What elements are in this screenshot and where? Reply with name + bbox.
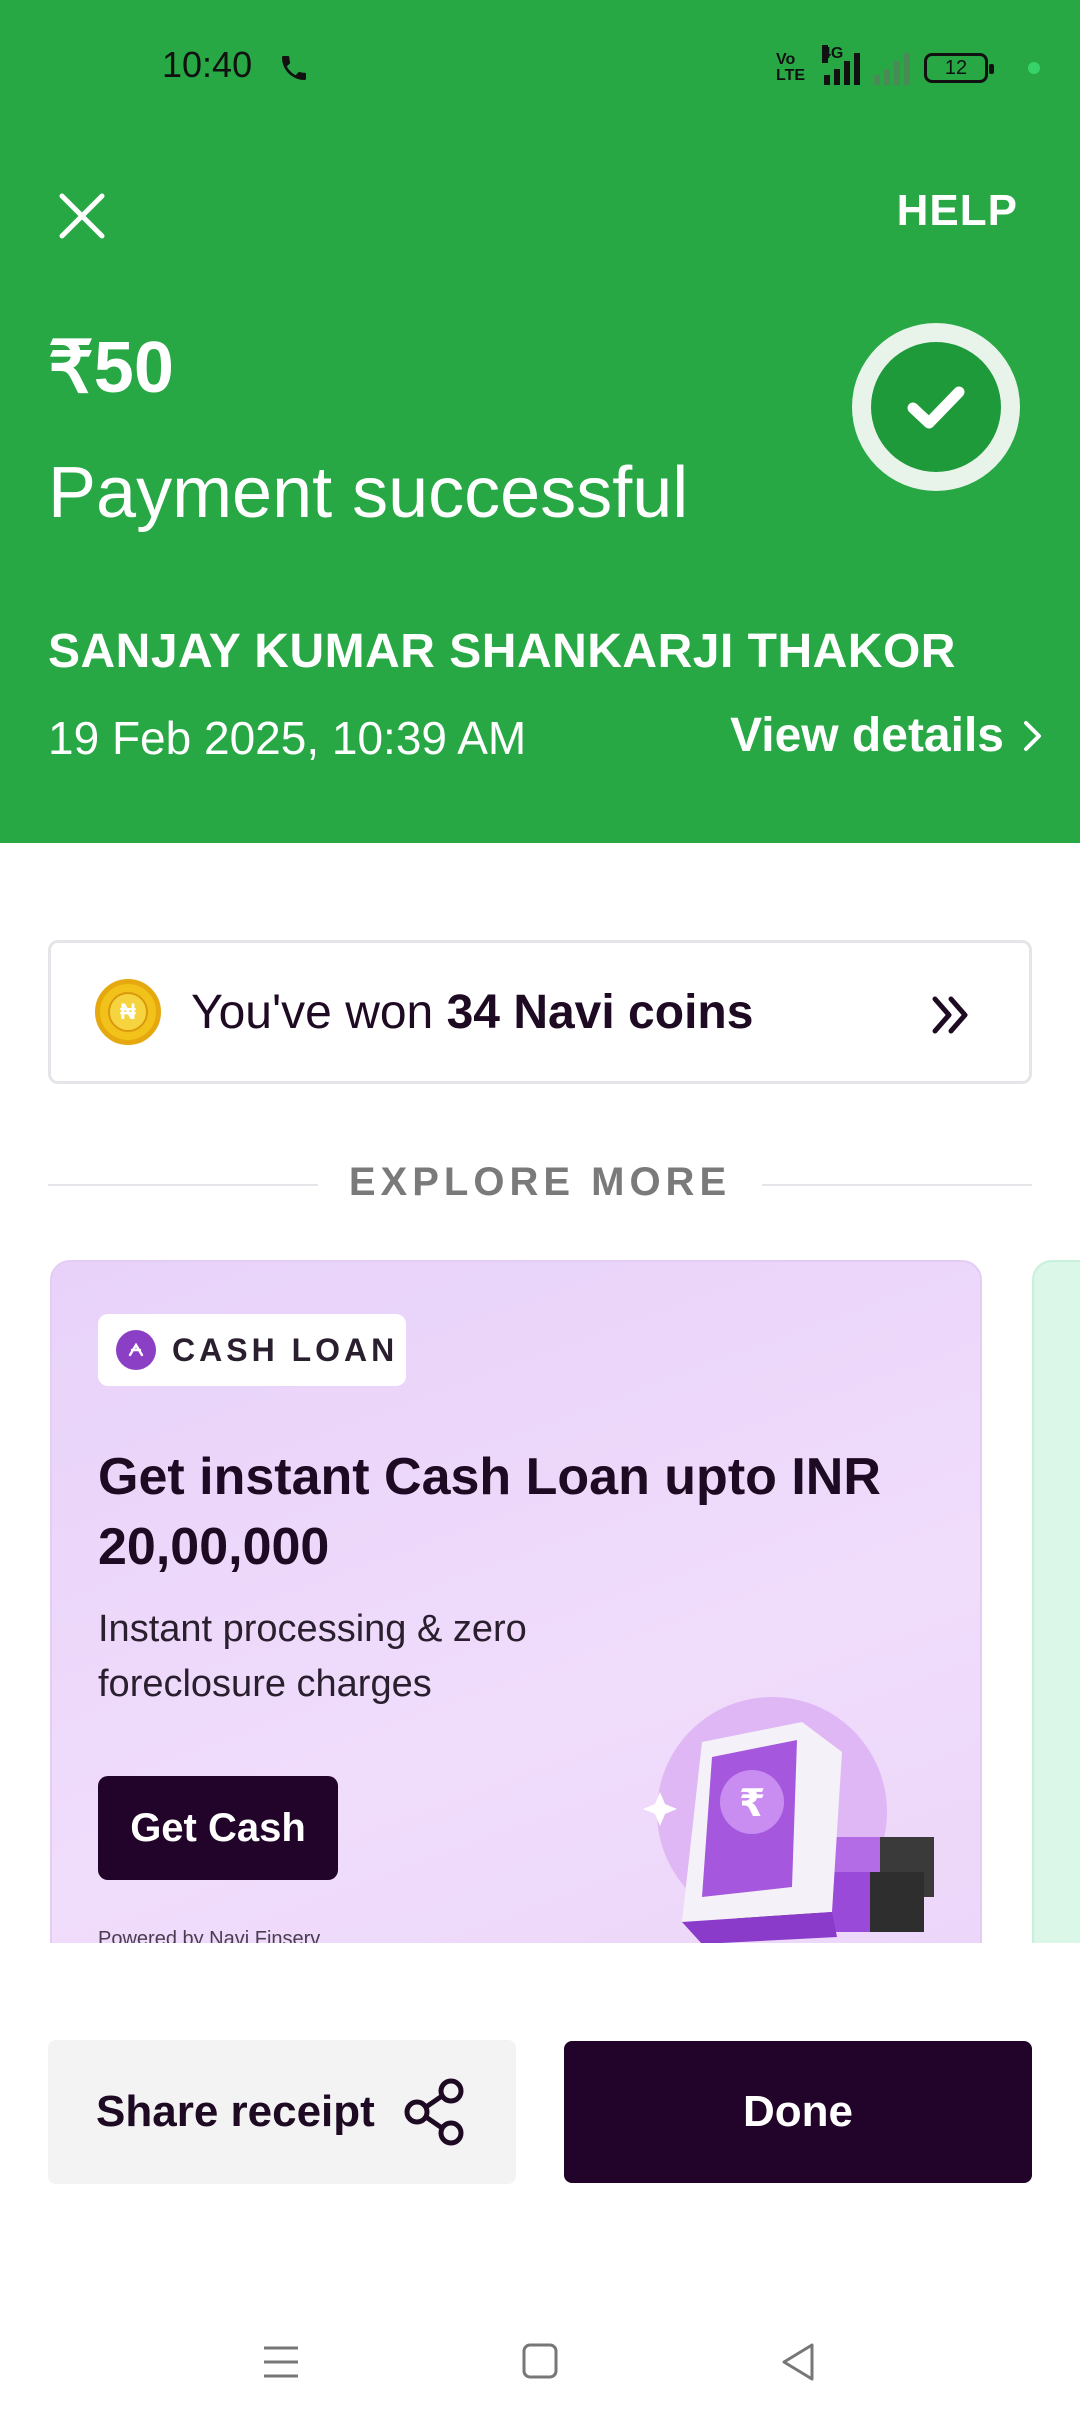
double-chevron-right-icon (932, 996, 968, 1034)
signal-4g-icon: 4G (822, 45, 860, 85)
battery-level: 12 (944, 56, 968, 79)
cash-loan-tag: CASH LOAN (98, 1314, 406, 1386)
promo-title: Get instant Cash Loan upto INR 20,00,000 (98, 1448, 881, 1576)
view-details-label: View details (730, 709, 1004, 762)
success-check-icon (852, 323, 1020, 491)
close-icon[interactable] (52, 186, 112, 246)
money-stack-illustration: ₹ (643, 1697, 934, 1943)
system-navigation-bar (0, 2300, 1080, 2412)
navi-coin-icon: ₦ (95, 979, 161, 1045)
payment-amount: ₹50 (48, 328, 174, 408)
get-cash-button[interactable]: Get Cash (98, 1776, 338, 1880)
transaction-date: 19 Feb 2025, 10:39 AM (48, 712, 527, 764)
battery-icon: 12 (924, 53, 994, 83)
phone-call-icon (282, 56, 306, 80)
help-button[interactable]: HELP (897, 186, 1018, 236)
coins-highlight: 34 Navi coins (446, 985, 754, 1039)
cash-loan-tag-label: CASH LOAN (172, 1331, 399, 1368)
cash-loan-card[interactable]: CASH LOAN Get instant Cash Loan upto INR… (50, 1260, 982, 1943)
status-icons: Vo LTE 4G 12 (776, 45, 1040, 90)
explore-more-label: EXPLORE MORE (348, 1160, 732, 1204)
signal-sim2-icon (874, 51, 910, 85)
notification-dot-icon (1028, 62, 1040, 74)
powered-by-label: Powered by Navi Finserv (98, 1928, 321, 1943)
payment-status-title: Payment successful (48, 453, 689, 533)
payee-name: SANJAY KUMAR SHANKARJI THAKOR (48, 625, 956, 678)
navi-logo-icon (116, 1330, 156, 1370)
explore-more-divider: EXPLORE MORE (48, 1160, 1032, 1210)
svg-text:₹: ₹ (739, 1781, 765, 1825)
share-receipt-label: Share receipt (96, 2087, 375, 2136)
promo-carousel[interactable]: CASH LOAN Get instant Cash Loan upto INR… (0, 1260, 1080, 1943)
next-promo-card[interactable] (1032, 1260, 1080, 1943)
view-details-link[interactable]: View details (730, 708, 1044, 763)
recent-apps-icon[interactable] (262, 2344, 300, 2380)
status-time: 10:40 (162, 44, 253, 85)
share-receipt-button[interactable]: Share receipt (48, 2040, 516, 2184)
volte-icon: Vo LTE (776, 51, 806, 84)
back-icon[interactable] (780, 2342, 816, 2382)
share-icon (404, 2078, 464, 2146)
home-icon[interactable] (522, 2342, 558, 2380)
status-bar: 10:40 Vo LTE 4G 12 (0, 0, 1080, 120)
navi-coins-card[interactable]: ₦ You've won 34 Navi coins (48, 940, 1032, 1084)
payment-header: 10:40 Vo LTE 4G 12 HELP ₹50 Payment succ… (0, 0, 1080, 843)
chevron-right-icon (1024, 720, 1041, 751)
coins-message: You've won 34 Navi coins (191, 985, 754, 1039)
done-button[interactable]: Done (564, 2041, 1032, 2183)
promo-subtitle: Instant processing & zero foreclosure ch… (98, 1608, 527, 1705)
